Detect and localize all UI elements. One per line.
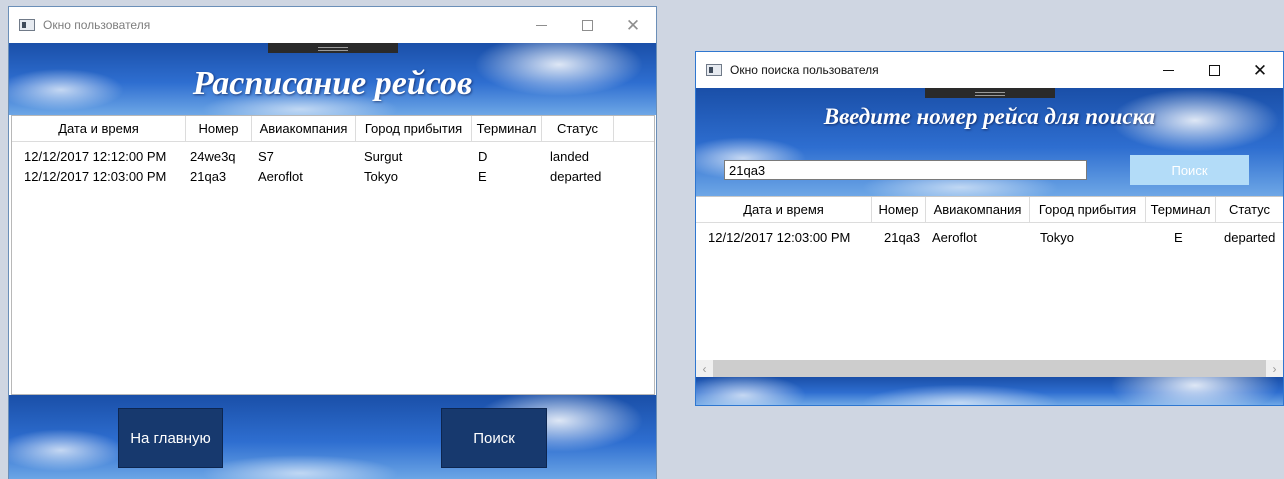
search-footer-banner: [696, 377, 1283, 405]
scroll-right-icon[interactable]: ›: [1266, 360, 1283, 377]
cell-terminal: E: [1174, 229, 1183, 245]
minimize-icon: [1162, 69, 1174, 71]
maximize-icon: [1208, 64, 1220, 76]
cell-airline: Aeroflot: [258, 168, 303, 184]
flights-table: Дата и время Номер Авиакомпания Город пр…: [11, 115, 655, 395]
cell-number: 21qa3: [190, 168, 227, 184]
cell-terminal: E: [478, 168, 487, 184]
cell-arrival-city: Surgut: [364, 148, 403, 164]
cell-arrival-city: Tokyo: [1040, 229, 1074, 245]
horizontal-scrollbar[interactable]: ‹ ›: [696, 360, 1283, 377]
column-header-arrival-city[interactable]: Город прибытия: [1030, 197, 1146, 222]
column-header-datetime[interactable]: Дата и время: [696, 197, 872, 222]
column-header-terminal[interactable]: Терминал: [472, 116, 542, 141]
page-title: Расписание рейсов: [192, 65, 473, 102]
search-submit-button[interactable]: Поиск: [1130, 155, 1249, 185]
cell-datetime: 12/12/2017 12:03:00 PM: [708, 229, 851, 245]
cell-number: 21qa3: [884, 229, 921, 245]
table-row[interactable]: 12/12/2017 12:03:00 PM 21qa3 Aeroflot To…: [12, 166, 654, 186]
cell-datetime: 12/12/2017 12:03:00 PM: [24, 168, 167, 184]
app-window-icon: [19, 19, 35, 31]
drag-handle[interactable]: [924, 88, 1055, 98]
cell-number: 24we3q: [190, 148, 236, 164]
close-button[interactable]: ✕: [610, 7, 656, 43]
search-window-titlebar[interactable]: Окно поиска пользователя ✕: [696, 52, 1283, 88]
cell-status: departed: [550, 168, 602, 184]
cell-datetime: 12/12/2017 12:12:00 PM: [24, 148, 167, 164]
user-window: Окно пользователя ✕ Расписание рейсов Да…: [8, 6, 657, 479]
cell-status: departed: [1224, 229, 1276, 245]
column-header-status[interactable]: Статус: [1216, 197, 1283, 222]
column-header-datetime[interactable]: Дата и время: [12, 116, 186, 141]
table-header: Дата и время Номер Авиакомпания Город пр…: [696, 197, 1283, 223]
search-header-banner: Введите номер рейса для поиска Поиск: [696, 88, 1283, 196]
window-title: Окно пользователя: [43, 18, 151, 32]
maximize-icon: [581, 19, 593, 31]
cell-status: landed: [550, 148, 590, 164]
window-title: Окно поиска пользователя: [730, 63, 879, 77]
maximize-button[interactable]: [564, 7, 610, 43]
column-header-number[interactable]: Номер: [872, 197, 926, 222]
scrollbar-thumb[interactable]: [713, 360, 1266, 377]
minimize-button[interactable]: [1145, 52, 1191, 88]
home-button[interactable]: На главную: [118, 408, 223, 468]
scroll-left-icon[interactable]: ‹: [696, 360, 713, 377]
table-row[interactable]: 12/12/2017 12:03:00 PM 21qa3 Aeroflot To…: [696, 227, 1283, 247]
cell-arrival-city: Tokyo: [364, 168, 398, 184]
column-header-airline[interactable]: Авиакомпания: [926, 197, 1030, 222]
close-button[interactable]: ✕: [1237, 52, 1283, 88]
minimize-button[interactable]: [518, 7, 564, 43]
cell-airline: Aeroflot: [932, 229, 977, 245]
table-row[interactable]: 12/12/2017 12:12:00 PM 24we3q S7 Surgut …: [12, 146, 654, 166]
cell-terminal: D: [478, 148, 488, 164]
column-header-filler: [614, 116, 654, 141]
column-header-status[interactable]: Статус: [542, 116, 614, 141]
flight-number-input[interactable]: [724, 160, 1087, 180]
maximize-button[interactable]: [1191, 52, 1237, 88]
search-button[interactable]: Поиск: [441, 408, 547, 468]
app-window-icon: [706, 64, 722, 76]
close-icon: ✕: [625, 15, 641, 35]
column-header-airline[interactable]: Авиакомпания: [252, 116, 356, 141]
header-banner: Расписание рейсов: [9, 43, 656, 115]
drag-handle[interactable]: [267, 43, 398, 53]
minimize-icon: [535, 24, 547, 26]
close-icon: ✕: [1252, 60, 1268, 80]
search-results-table: Дата и время Номер Авиакомпания Город пр…: [696, 196, 1283, 377]
column-header-arrival-city[interactable]: Город прибытия: [356, 116, 472, 141]
cell-airline: S7: [258, 148, 274, 164]
user-window-titlebar[interactable]: Окно пользователя ✕: [9, 7, 656, 43]
footer-banner: На главную Поиск: [9, 395, 656, 479]
column-header-terminal[interactable]: Терминал: [1146, 197, 1216, 222]
table-header: Дата и время Номер Авиакомпания Город пр…: [12, 116, 654, 142]
column-header-number[interactable]: Номер: [186, 116, 252, 141]
search-window: Окно поиска пользователя ✕ Введите номер…: [695, 51, 1284, 406]
search-heading: Введите номер рейса для поиска: [823, 104, 1156, 129]
